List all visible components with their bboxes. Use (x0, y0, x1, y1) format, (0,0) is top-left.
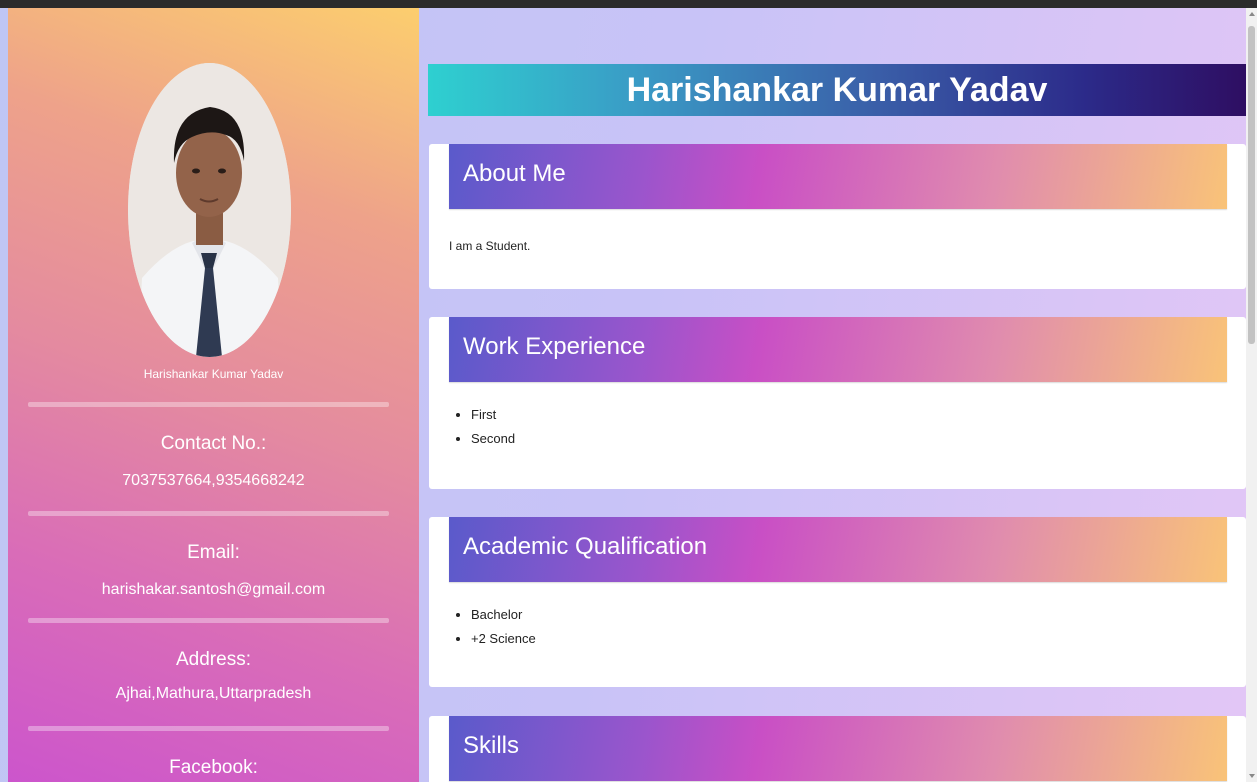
address-value: Ajhai,Mathura,Uttarpradesh (115, 685, 312, 702)
skills-heading: Skills (449, 716, 1227, 781)
page: Harishankar Kumar Yadav Contact No.: 703… (0, 8, 1257, 782)
skills-card: Skills (429, 716, 1246, 782)
divider (28, 618, 389, 623)
about-heading: About Me (449, 144, 1227, 209)
academic-card: Academic Qualification Bachelor +2 Scien… (429, 517, 1246, 687)
about-card: About Me I am a Student. (429, 144, 1246, 289)
address-label: Address: (176, 649, 251, 670)
academic-list: Bachelor +2 Science (449, 603, 536, 651)
email-value: harishakar.santosh@gmail.com (101, 581, 326, 598)
facebook-label: Facebook: (169, 757, 258, 778)
list-item: +2 Science (471, 627, 536, 651)
sidebar: Harishankar Kumar Yadav Contact No.: 703… (8, 8, 419, 782)
work-list: First Second (449, 403, 515, 451)
person-photo-icon (128, 63, 291, 357)
scroll-thumb[interactable] (1248, 26, 1255, 344)
divider (28, 726, 389, 731)
profile-name: Harishankar Kumar Yadav (143, 367, 284, 381)
work-card: Work Experience First Second (429, 317, 1246, 489)
page-title: Harishankar Kumar Yadav (428, 64, 1246, 116)
email-label: Email: (187, 542, 240, 563)
scroll-down-icon[interactable] (1249, 774, 1255, 778)
about-text: I am a Student. (449, 239, 531, 253)
profile-photo (128, 63, 291, 357)
divider (28, 402, 389, 407)
contact-value: 7037537664,9354668242 (122, 472, 305, 489)
list-item: First (471, 403, 515, 427)
list-item: Bachelor (471, 603, 536, 627)
scroll-up-icon[interactable] (1249, 12, 1255, 16)
work-heading: Work Experience (449, 317, 1227, 382)
divider (28, 511, 389, 516)
scrollbar[interactable] (1246, 8, 1257, 782)
academic-heading: Academic Qualification (449, 517, 1227, 582)
contact-label: Contact No.: (160, 433, 267, 454)
list-item: Second (471, 427, 515, 451)
